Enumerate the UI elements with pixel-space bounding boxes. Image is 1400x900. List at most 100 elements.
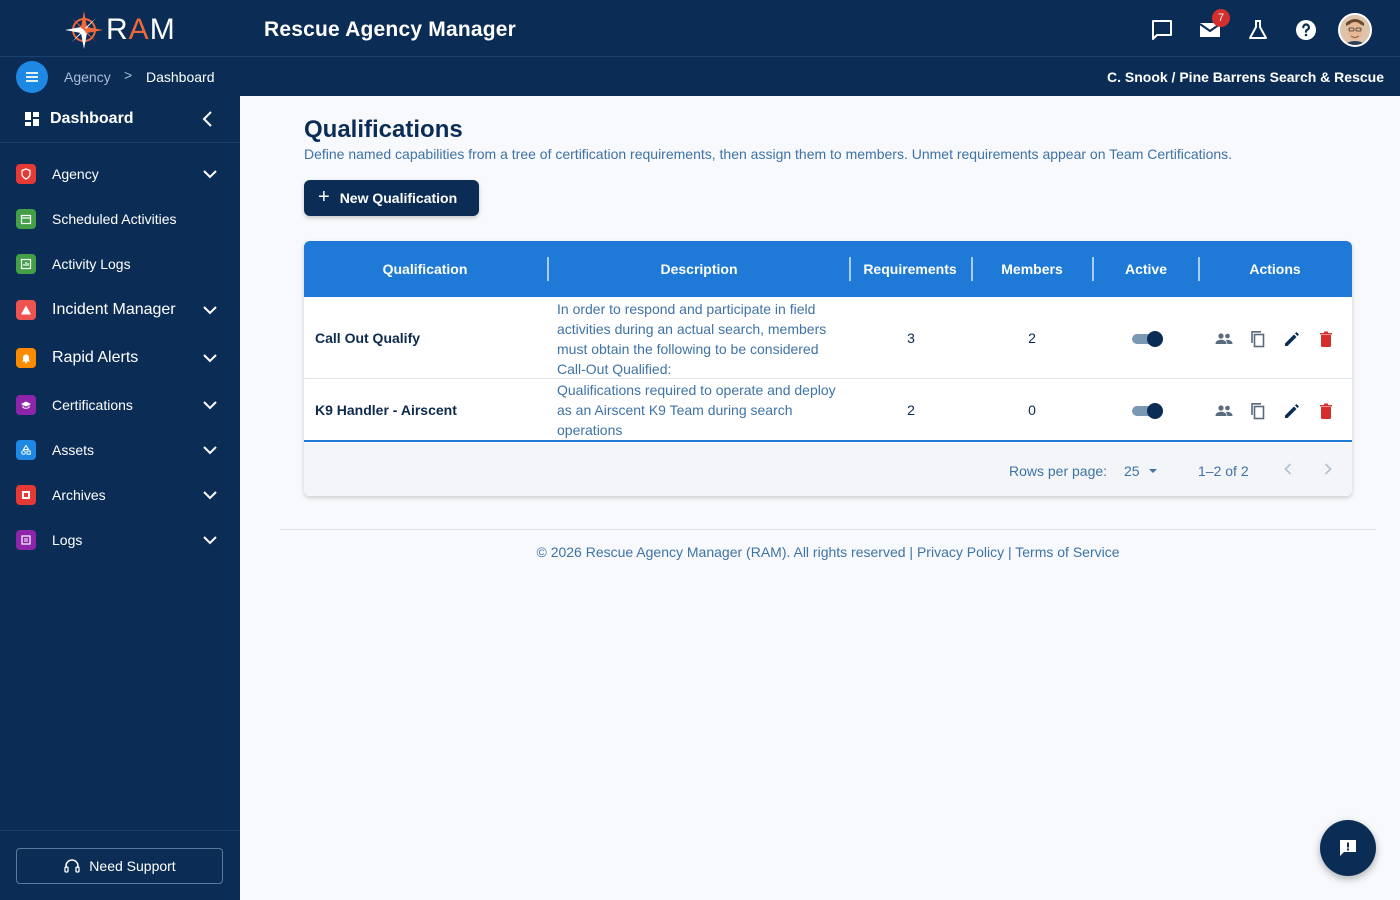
delete-button[interactable] (1316, 329, 1336, 349)
help-icon (1296, 20, 1316, 40)
labs-button[interactable] (1234, 12, 1282, 48)
assign-members-button[interactable] (1214, 329, 1234, 349)
qualification-name: K9 Handler - Airscent (315, 402, 457, 418)
user-avatar[interactable] (1338, 13, 1372, 47)
plus-icon: + (318, 185, 330, 208)
sidebar-divider (0, 830, 240, 831)
duplicate-button[interactable] (1248, 329, 1268, 349)
breadcrumb-agency[interactable]: Agency (64, 69, 111, 85)
chevron-down-icon (202, 487, 218, 508)
feedback-fab-button[interactable] (1320, 820, 1376, 876)
duplicate-button[interactable] (1248, 401, 1268, 421)
chevron-left-icon (202, 111, 212, 127)
next-page-button[interactable] (1318, 459, 1338, 484)
column-header-actions: Actions (1249, 261, 1301, 277)
copy-icon (1251, 403, 1265, 420)
column-header-qualification[interactable]: Qualification (304, 261, 546, 277)
new-qualification-button[interactable]: + New Qualification (304, 180, 479, 216)
sidebar-item-incident-manager[interactable]: Incident Manager (0, 290, 240, 330)
requirements-count: 3 (907, 330, 915, 346)
sidebar-item-rapid-alerts[interactable]: Rapid Alerts (0, 338, 240, 378)
row-actions (1214, 401, 1336, 421)
pagination-range: 1–2 of 2 (1198, 463, 1249, 479)
new-qualification-label: New Qualification (339, 190, 458, 206)
sidebar-item-certifications[interactable]: Certifications (0, 385, 240, 425)
app-title: Rescue Agency Manager (264, 18, 517, 41)
pencil-icon (1285, 404, 1299, 418)
chevron-down-icon (202, 442, 218, 463)
dashboard-icon (25, 112, 39, 126)
warning-icon (16, 300, 36, 320)
sidebar-item-activity-logs[interactable]: Activity Logs (0, 244, 240, 284)
sidebar-item-label: Scheduled Activities (52, 211, 177, 227)
chevron-down-icon (202, 302, 218, 323)
sidebar-item-logs[interactable]: Logs (0, 520, 240, 560)
sidebar-item-label: Incident Manager (52, 301, 176, 318)
sidebar: Dashboard Agency Scheduled Activities Ac… (0, 96, 240, 900)
trash-icon (1320, 403, 1332, 419)
active-toggle[interactable] (1132, 331, 1164, 347)
chevron-down-icon (202, 397, 218, 418)
mail-button[interactable]: 7 (1186, 9, 1234, 48)
sidebar-title: Dashboard (50, 110, 134, 127)
bell-icon (16, 348, 36, 368)
edit-button[interactable] (1282, 401, 1302, 421)
sidebar-header: Dashboard (0, 96, 240, 143)
members-count: 2 (1028, 330, 1036, 346)
chevron-down-icon (202, 166, 218, 187)
mail-badge: 7 (1212, 9, 1230, 27)
copyright-text: © 2026 Rescue Agency Manager (RAM). All … (536, 544, 906, 560)
delete-button[interactable] (1316, 401, 1336, 421)
qualification-description: Qualifications required to operate and d… (557, 382, 836, 438)
privacy-policy-link[interactable]: Privacy Policy (917, 544, 1004, 560)
shapes-icon (16, 440, 36, 460)
breadcrumb-bar: Agency > Dashboard C. Snook / Pine Barre… (0, 56, 1400, 96)
rows-per-page-label: Rows per page: (1009, 463, 1108, 479)
sidebar-item-assets[interactable]: Assets (0, 430, 240, 470)
sidebar-item-agency[interactable]: Agency (0, 154, 240, 194)
graduation-cap-icon (16, 395, 36, 415)
chat-button[interactable] (1138, 12, 1186, 48)
page-title: Qualifications (304, 116, 463, 143)
terms-of-service-link[interactable]: Terms of Service (1015, 544, 1119, 560)
ram-logo[interactable]: RAM (64, 10, 176, 50)
sidebar-item-label: Assets (52, 442, 95, 458)
sidebar-item-label: Logs (52, 532, 83, 548)
breadcrumb-separator: > (124, 67, 133, 83)
page-subtitle: Define named capabilities from a tree of… (304, 146, 1233, 162)
column-header-description[interactable]: Description (549, 261, 849, 277)
people-icon (1215, 405, 1233, 416)
active-toggle[interactable] (1132, 403, 1164, 419)
caret-down-icon (1148, 469, 1157, 473)
chevron-right-icon (1324, 463, 1332, 475)
flask-icon (1249, 20, 1267, 39)
table-row[interactable]: K9 Handler - Airscent Qualifications req… (304, 380, 1352, 442)
table-row[interactable]: Call Out Qualify In order to respond and… (304, 297, 1352, 379)
page-footer: © 2026 Rescue Agency Manager (RAM). All … (280, 544, 1376, 560)
menu-toggle-button[interactable] (16, 61, 48, 93)
logo-text: RAM (106, 13, 176, 46)
column-header-requirements[interactable]: Requirements (851, 261, 969, 277)
archive-icon (16, 485, 36, 505)
shield-icon (16, 164, 36, 184)
hamburger-icon (26, 72, 38, 82)
sidebar-item-scheduled-activities[interactable]: Scheduled Activities (0, 199, 240, 239)
column-header-active[interactable]: Active (1094, 261, 1198, 277)
rows-per-page-select[interactable]: 25 (1124, 462, 1162, 480)
edit-button[interactable] (1282, 329, 1302, 349)
column-header-members[interactable]: Members (973, 261, 1091, 277)
requirements-count: 2 (907, 402, 915, 418)
user-agency-label: C. Snook / Pine Barrens Search & Rescue (1107, 69, 1384, 85)
need-support-button[interactable]: Need Support (16, 848, 223, 884)
previous-page-button[interactable] (1278, 459, 1298, 484)
sidebar-item-label: Certifications (52, 397, 133, 413)
headset-icon (64, 859, 80, 873)
sidebar-item-label: Agency (52, 166, 99, 182)
sidebar-collapse-button[interactable] (198, 109, 218, 134)
footer-separator: | (909, 544, 914, 560)
qualification-description: In order to respond and participate in f… (557, 301, 827, 377)
sidebar-item-archives[interactable]: Archives (0, 475, 240, 515)
assign-members-button[interactable] (1214, 401, 1234, 421)
help-button[interactable] (1282, 12, 1330, 48)
table-header: Qualification Description Requirements M… (304, 241, 1352, 297)
